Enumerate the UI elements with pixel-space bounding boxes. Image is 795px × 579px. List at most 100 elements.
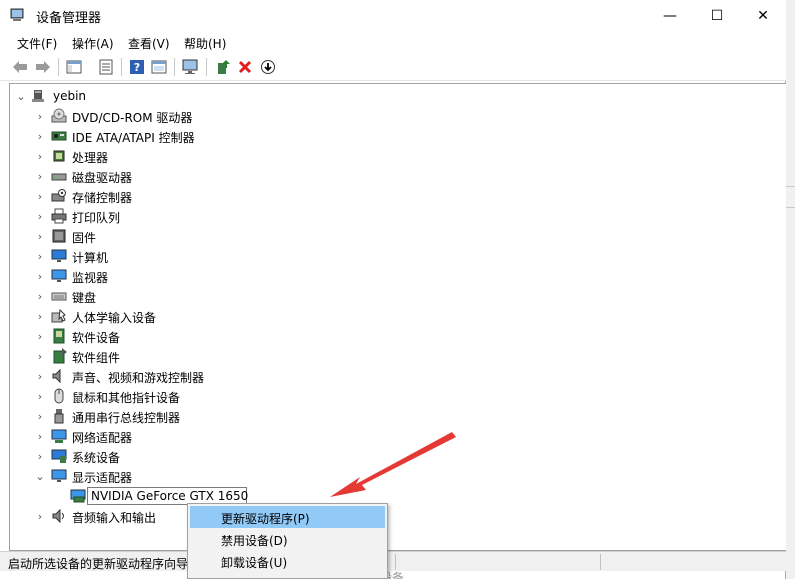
mouse-icon	[54, 388, 64, 404]
menu-file[interactable]: 文件(F)	[17, 35, 57, 52]
view-options-icon[interactable]	[150, 58, 168, 76]
tree-item-label: IDE ATA/ATAPI 控制器	[72, 131, 195, 145]
tree-item-label: 通用串行总线控制器	[72, 411, 181, 425]
tree-item-label: 打印队列	[72, 211, 121, 225]
close-button[interactable]: ✕	[740, 0, 786, 31]
chevron-right-icon[interactable]: ›	[33, 129, 47, 143]
tree-category[interactable]: › 人体学输入设备	[10, 306, 770, 326]
usb-icon	[54, 409, 64, 424]
tree-category[interactable]: › DVD/CD-ROM 驱动器	[10, 106, 770, 126]
background-divider	[786, 186, 795, 187]
status-divider	[600, 554, 601, 570]
chevron-right-icon[interactable]: ›	[33, 269, 47, 283]
tree-category[interactable]: › IDE ATA/ATAPI 控制器	[10, 126, 770, 146]
chevron-right-icon[interactable]: ›	[33, 369, 47, 383]
toolbar-separator	[121, 58, 122, 76]
tree-category[interactable]: › 固件	[10, 226, 770, 246]
chevron-down-icon[interactable]: ⌄	[14, 89, 28, 103]
tree-category[interactable]: › 计算机	[10, 246, 770, 266]
firmware-icon	[52, 229, 66, 243]
system-device-icon	[51, 449, 67, 463]
tree-device-gpu[interactable]: NVIDIA GeForce GTX 1650	[10, 486, 770, 506]
chevron-right-icon[interactable]: ›	[33, 349, 47, 363]
tree-category[interactable]: › 系统设备	[10, 446, 770, 466]
tree-category[interactable]: › 声音、视频和游戏控制器	[10, 366, 770, 386]
chevron-right-icon[interactable]: ›	[33, 169, 47, 183]
tree-item-label: 磁盘驱动器	[72, 171, 133, 185]
software-component-icon	[53, 348, 67, 364]
chevron-right-icon[interactable]: ›	[33, 189, 47, 203]
scan-hardware-icon[interactable]	[182, 58, 200, 76]
minimize-button[interactable]: —	[647, 0, 693, 31]
tree-item-label: 鼠标和其他指针设备	[72, 391, 181, 405]
tree-category[interactable]: › 软件设备	[10, 326, 770, 346]
tree-category[interactable]: › 网络适配器	[10, 426, 770, 446]
context-update-driver[interactable]: 更新驱动程序(P)	[190, 506, 385, 528]
context-item-label: 卸载设备(U)	[221, 556, 288, 570]
tree-category[interactable]: › 磁盘驱动器	[10, 166, 770, 186]
tree-category[interactable]: › 软件组件	[10, 346, 770, 366]
speaker-icon	[52, 368, 61, 384]
menu-help[interactable]: 帮助(H)	[184, 35, 226, 52]
disk-drive-icon	[51, 173, 67, 181]
tree-category[interactable]: › 音频输入和输出	[10, 506, 770, 526]
window-title: 设备管理器	[36, 11, 102, 26]
device-manager-app-icon	[10, 8, 24, 21]
show-hide-console-tree-icon[interactable]	[65, 58, 83, 76]
tree-category[interactable]: › 处理器	[10, 146, 770, 166]
tree-category[interactable]: › 鼠标和其他指针设备	[10, 386, 770, 406]
tree-item-label: 显示适配器	[72, 471, 133, 485]
chevron-right-icon[interactable]: ›	[33, 389, 47, 403]
tree-item-label: 声音、视频和游戏控制器	[72, 371, 205, 385]
update-driver-icon[interactable]	[214, 58, 232, 76]
chevron-right-icon[interactable]: ›	[33, 329, 47, 343]
chevron-right-icon[interactable]: ›	[33, 289, 47, 303]
tree-category[interactable]: › 存储控制器	[10, 186, 770, 206]
tree-item-label: 处理器	[72, 151, 109, 165]
processor-icon	[53, 150, 65, 162]
chevron-right-icon[interactable]: ›	[33, 149, 47, 163]
title-bar[interactable]: 设备管理器 — ☐ ✕	[0, 0, 786, 31]
tree-item-label: 音频输入和输出	[72, 511, 157, 525]
chevron-right-icon[interactable]: ›	[33, 209, 47, 223]
context-uninstall-device[interactable]: 卸载设备(U)	[190, 550, 385, 572]
device-manager-window: 设备管理器 — ☐ ✕ 文件(F) 操作(A) 查看(V) 帮助(H) ? ⌄ …	[0, 0, 786, 579]
context-item-label: 更新驱动程序(P)	[221, 512, 310, 526]
background-divider	[786, 207, 795, 208]
chevron-down-icon[interactable]: ⌄	[33, 469, 47, 483]
tree-item-label: DVD/CD-ROM 驱动器	[72, 111, 193, 125]
context-item-label: 禁用设备(D)	[221, 534, 288, 548]
properties-icon[interactable]	[97, 58, 115, 76]
maximize-button[interactable]: ☐	[694, 0, 740, 31]
tree-item-label: yebin	[53, 89, 87, 103]
tree-category[interactable]: › 打印队列	[10, 206, 770, 226]
device-tree[interactable]: ⌄ yebin › DVD/CD-ROM 驱动器 › IDE ATA/ATAPI 控制器 ›…	[9, 83, 786, 551]
back-icon[interactable]	[11, 58, 29, 76]
chevron-right-icon[interactable]: ›	[33, 109, 47, 123]
network-adapter-icon	[51, 429, 67, 443]
tree-category[interactable]: › 通用串行总线控制器	[10, 406, 770, 426]
tree-category[interactable]: › 键盘	[10, 286, 770, 306]
download-icon[interactable]	[259, 58, 277, 76]
menu-bar: 文件(F) 操作(A) 查看(V) 帮助(H)	[0, 31, 786, 53]
chevron-right-icon[interactable]: ›	[33, 249, 47, 263]
help-icon[interactable]: ?	[128, 58, 146, 76]
computer-icon	[51, 249, 67, 262]
chevron-right-icon[interactable]: ›	[33, 309, 47, 323]
tree-category[interactable]: › 监视器	[10, 266, 770, 286]
chevron-right-icon[interactable]: ›	[33, 509, 47, 523]
context-disable-device[interactable]: 禁用设备(D)	[190, 528, 385, 550]
forward-icon[interactable]	[34, 58, 52, 76]
chevron-right-icon[interactable]: ›	[33, 429, 47, 443]
tree-item-label: 软件设备	[72, 331, 121, 345]
chevron-right-icon[interactable]: ›	[33, 229, 47, 243]
tree-root-computer[interactable]: ⌄ yebin	[10, 86, 770, 106]
chevron-right-icon[interactable]: ›	[33, 449, 47, 463]
tree-item-label: NVIDIA GeForce GTX 1650	[91, 489, 249, 503]
tree-category[interactable]: ⌄ 显示适配器	[10, 466, 770, 486]
uninstall-device-icon[interactable]	[236, 58, 254, 76]
menu-view[interactable]: 查看(V)	[128, 35, 170, 52]
menu-action[interactable]: 操作(A)	[72, 35, 114, 52]
chevron-right-icon[interactable]: ›	[33, 409, 47, 423]
software-device-icon	[53, 328, 65, 344]
